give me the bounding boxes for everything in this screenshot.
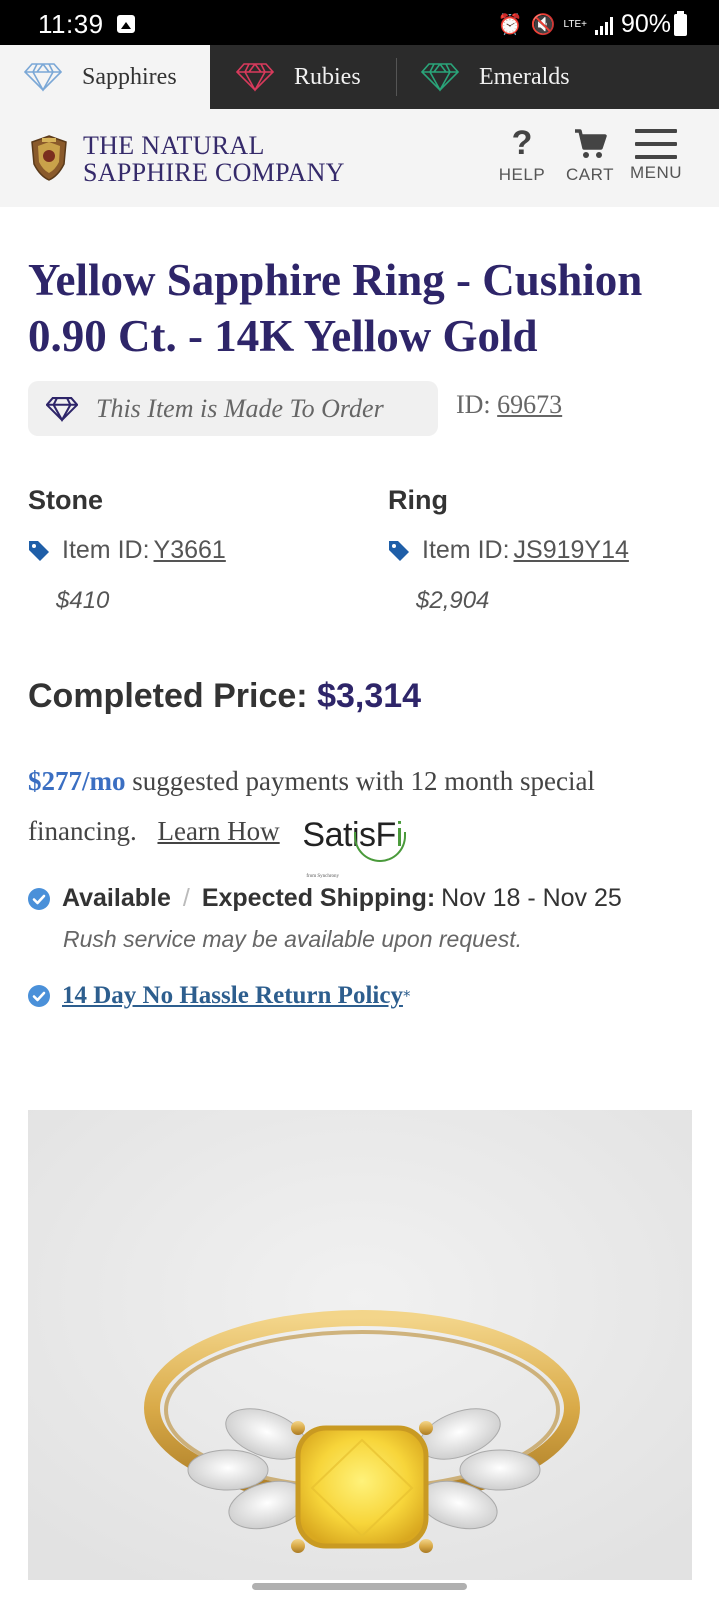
rush-note: Rush service may be available upon reque… bbox=[63, 926, 522, 952]
hamburger-icon bbox=[635, 129, 677, 159]
crest-logo-icon[interactable] bbox=[28, 134, 70, 182]
tab-label: Rubies bbox=[294, 63, 361, 90]
battery-icon bbox=[674, 11, 687, 36]
brand-line-2: SAPPHIRE COMPANY bbox=[83, 158, 345, 187]
product-id-link[interactable]: 69673 bbox=[497, 390, 562, 419]
alarm-icon: ⏰ bbox=[497, 13, 523, 36]
help-label: HELP bbox=[498, 165, 546, 184]
satisfi-logo[interactable]: SatisFi from Synchrony bbox=[302, 806, 412, 879]
status-time: 11:39 bbox=[38, 9, 104, 39]
learn-how-link[interactable]: Learn How bbox=[157, 816, 279, 846]
stone-price: $410 bbox=[56, 587, 110, 614]
completed-price-label: Completed Price: bbox=[28, 677, 308, 715]
availability-separator: / bbox=[182, 884, 190, 912]
question-mark-icon: ? bbox=[511, 124, 533, 162]
price-tag-icon bbox=[28, 540, 50, 562]
gallery-notification-icon bbox=[117, 15, 135, 33]
diamond-outline-icon bbox=[236, 62, 274, 92]
diamond-outline-icon bbox=[24, 62, 62, 92]
product-image[interactable] bbox=[28, 1110, 692, 1580]
return-policy-row: 14 Day No Hassle Return Policy * bbox=[28, 982, 410, 1010]
tab-rubies[interactable]: Rubies bbox=[210, 45, 396, 109]
battery-percent: 90% bbox=[620, 10, 671, 38]
shipping-label: Expected Shipping: bbox=[201, 884, 436, 912]
tab-sapphires[interactable]: Sapphires bbox=[0, 45, 210, 109]
return-policy-asterisk: * bbox=[402, 987, 411, 1005]
price-tag-icon bbox=[388, 540, 410, 562]
stone-item-id-label: Item ID: bbox=[62, 536, 150, 564]
check-circle-icon bbox=[28, 887, 50, 910]
stone-item-id-row: Item ID: Y3661 bbox=[28, 536, 348, 565]
signal-icon bbox=[594, 15, 613, 35]
diamond-outline-icon bbox=[421, 62, 459, 92]
stone-details: Stone Item ID: Y3661 $410 bbox=[28, 485, 348, 615]
completed-price: Completed Price: $3,314 bbox=[28, 677, 421, 716]
tab-label: Sapphires bbox=[82, 63, 177, 90]
status-bar: 11:39 ⏰ 🔇 LTE+ 90% bbox=[0, 0, 719, 45]
availability-row: Available / Expected Shipping: Nov 18 - … bbox=[28, 884, 622, 913]
made-to-order-badge: This Item is Made To Order bbox=[28, 381, 438, 436]
menu-label: MENU bbox=[629, 163, 683, 182]
product-id-label: ID: bbox=[456, 390, 491, 419]
site-header: THE NATURAL SAPPHIRE COMPANY ? HELP CART… bbox=[0, 109, 719, 207]
gesture-nav-bar[interactable] bbox=[252, 1583, 467, 1590]
cart-label: CART bbox=[566, 165, 614, 184]
check-circle-icon bbox=[28, 985, 50, 1007]
lte-indicator: LTE+ bbox=[563, 18, 587, 30]
ring-item-id-link[interactable]: JS919Y14 bbox=[514, 536, 629, 565]
ring-item-id-row: Item ID: JS919Y14 bbox=[388, 536, 708, 565]
stone-heading: Stone bbox=[28, 485, 104, 515]
ring-item-id-label: Item ID: bbox=[422, 536, 510, 564]
gem-category-tabs: Sapphires Rubies Emeralds bbox=[0, 45, 719, 109]
cart-button[interactable]: CART bbox=[563, 125, 617, 185]
shipping-dates: Nov 18 - Nov 25 bbox=[441, 884, 622, 912]
mute-icon: 🔇 bbox=[530, 13, 556, 36]
completed-price-amount: $3,314 bbox=[317, 677, 422, 715]
stone-item-id-link[interactable]: Y3661 bbox=[154, 536, 226, 565]
made-to-order-text: This Item is Made To Order bbox=[96, 393, 384, 423]
tab-label: Emeralds bbox=[479, 63, 570, 90]
status-icons: ⏰ 🔇 LTE+ 90% bbox=[498, 10, 671, 39]
ring-details: Ring Item ID: JS919Y14 $2,904 bbox=[388, 485, 708, 615]
ring-illustration bbox=[28, 1110, 692, 1580]
monthly-payment: $277/mo bbox=[28, 766, 126, 796]
product-title: Yellow Sapphire Ring - Cushion 0.90 Ct. … bbox=[28, 255, 643, 361]
ring-heading: Ring bbox=[388, 485, 448, 515]
return-policy-link[interactable]: 14 Day No Hassle Return Policy bbox=[62, 982, 403, 1010]
ring-price: $2,904 bbox=[416, 587, 490, 614]
product-id: ID: 69673 bbox=[456, 390, 562, 420]
cart-icon bbox=[575, 129, 607, 158]
availability-status: Available bbox=[62, 884, 171, 912]
financing-info: $277/mo suggested payments with 12 month… bbox=[28, 756, 708, 879]
diamond-outline-icon bbox=[46, 396, 78, 422]
menu-button[interactable]: MENU bbox=[628, 125, 684, 183]
brand-line-1: THE NATURAL bbox=[83, 131, 265, 160]
tab-emeralds[interactable]: Emeralds bbox=[397, 45, 570, 109]
help-button[interactable]: ? HELP bbox=[497, 125, 547, 185]
brand-wordmark[interactable]: THE NATURAL SAPPHIRE COMPANY bbox=[83, 132, 345, 186]
